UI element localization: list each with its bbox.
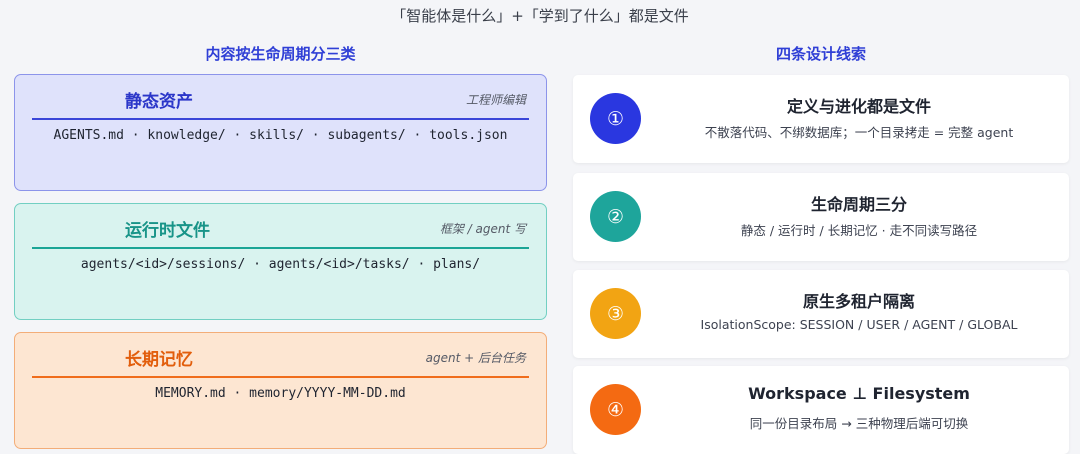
panel-tag: agent + 后台任务 xyxy=(425,351,526,365)
card-description: 静态 / 运行时 / 长期记忆 · 走不同读写路径 xyxy=(740,223,978,238)
panel-divider xyxy=(32,118,529,120)
panel-tag: 框架 / agent 写 xyxy=(439,222,526,236)
panel-title: 长期记忆 xyxy=(125,350,193,370)
card-description: 同一份目录布局 → 三种物理后端可切换 xyxy=(749,416,969,431)
panel-long-term-memory: 长期记忆 agent + 后台任务 MEMORY.md · memory/YYY… xyxy=(14,332,547,449)
card-description: 不散落代码、不绑数据库；一个目录拷走 = 完整 agent xyxy=(704,125,1014,140)
card-description: IsolationScope: SESSION / USER / AGENT /… xyxy=(700,317,1018,332)
panel-static-assets: 静态资产 工程师编辑 AGENTS.md · knowledge/ · skil… xyxy=(14,74,547,191)
panel-tag: 工程师编辑 xyxy=(465,93,526,107)
design-card-2: ② 生命周期三分 静态 / 运行时 / 长期记忆 · 走不同读写路径 xyxy=(573,173,1069,261)
design-card-3: ③ 原生多租户隔离 IsolationScope: SESSION / USER… xyxy=(573,270,1069,358)
card-title: 原生多租户隔离 xyxy=(802,292,915,311)
design-card-1: ① 定义与进化都是文件 不散落代码、不绑数据库；一个目录拷走 = 完整 agen… xyxy=(573,75,1069,163)
card-title: 定义与进化都是文件 xyxy=(786,97,931,116)
panel-divider xyxy=(32,376,529,378)
number-badge-2: ② xyxy=(590,191,641,242)
number-badge-1: ① xyxy=(590,93,641,144)
panel-files: MEMORY.md · memory/YYYY-MM-DD.md xyxy=(155,386,406,401)
number-badge-4: ④ xyxy=(590,384,641,435)
panel-files: agents/<id>/sessions/ · agents/<id>/task… xyxy=(80,257,481,272)
panel-runtime-files: 运行时文件 框架 / agent 写 agents/<id>/sessions/… xyxy=(14,203,547,320)
left-column-header: 内容按生命周期分三类 xyxy=(205,45,356,63)
card-title: 生命周期三分 xyxy=(810,195,907,214)
design-card-4: ④ Workspace ⊥ Filesystem 同一份目录布局 → 三种物理后… xyxy=(573,366,1069,454)
panel-files: AGENTS.md · knowledge/ · skills/ · subag… xyxy=(53,128,508,143)
number-badge-3: ③ xyxy=(590,288,641,339)
page: 「智能体是什么」+「学到了什么」都是文件 内容按生命周期分三类 四条设计线索 静… xyxy=(0,0,1080,454)
panel-title: 静态资产 xyxy=(125,92,193,112)
right-column-header: 四条设计线索 xyxy=(775,45,866,63)
page-title: 「智能体是什么」+「学到了什么」都是文件 xyxy=(391,7,689,25)
panel-divider xyxy=(32,247,529,249)
panel-title: 运行时文件 xyxy=(125,221,210,241)
card-title: Workspace ⊥ Filesystem xyxy=(748,384,970,403)
